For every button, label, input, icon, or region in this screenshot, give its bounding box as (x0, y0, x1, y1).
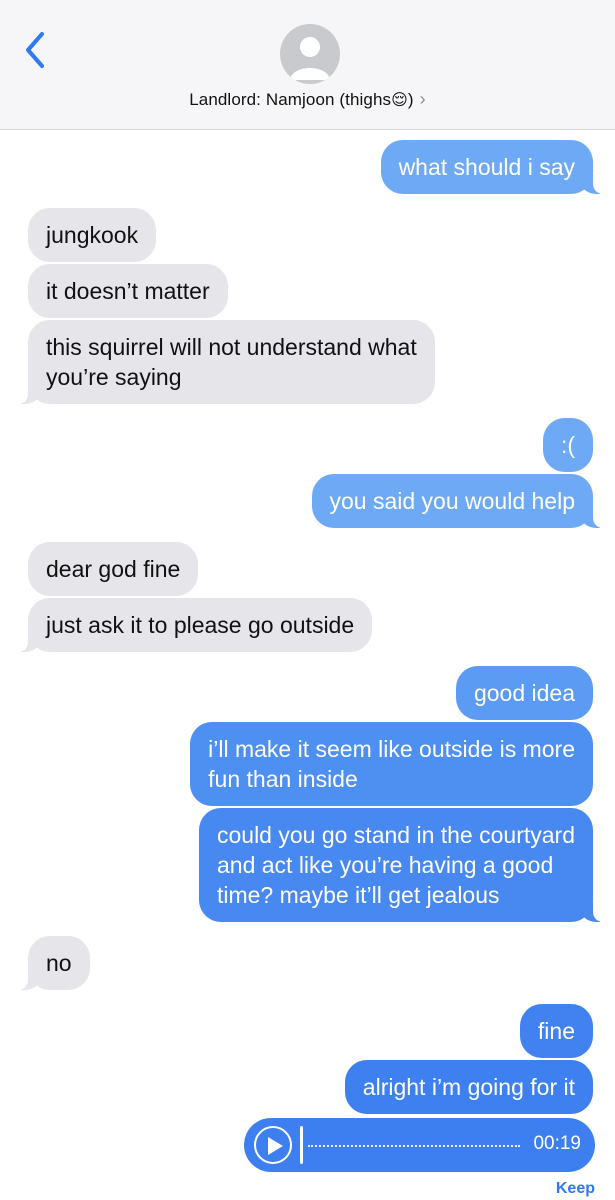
play-button[interactable] (254, 1126, 292, 1164)
message-bubble-outgoing[interactable]: i’ll make it seem like outside is more f… (190, 722, 593, 806)
message-text-line: you’re saying (46, 364, 182, 390)
contact-avatar[interactable] (280, 24, 340, 84)
message-bubble-outgoing[interactable]: good idea (455, 666, 593, 720)
message-bubble-incoming[interactable]: jungkook (28, 208, 157, 262)
message-bubble-outgoing[interactable]: you said you would help (311, 474, 615, 528)
contact-name-row[interactable]: Landlord: Namjoon (thighs😌) › (0, 89, 615, 110)
message-text: good idea (473, 680, 575, 706)
chevron-right-icon: › (419, 89, 426, 109)
message-text: it doesn’t matter (46, 278, 210, 304)
message-text: fine (537, 1018, 575, 1044)
message-bubble-incoming[interactable]: dear god fine (28, 542, 199, 596)
keep-audio-button[interactable]: Keep (556, 1180, 595, 1198)
message-text-line: this squirrel will not understand what (46, 334, 417, 360)
message-text: :( (560, 432, 575, 458)
message-bubble-outgoing[interactable]: alright i’m going for it (344, 1060, 593, 1114)
message-text: no (46, 950, 72, 976)
audio-duration: 00:19 (533, 1133, 581, 1154)
message-text-line: could you go stand in the courtyard (216, 822, 575, 848)
message-bubble-outgoing[interactable]: could you go stand in the courtyard and … (198, 808, 615, 922)
message-bubble-incoming[interactable]: no (2, 936, 90, 990)
message-bubble-incoming[interactable]: it doesn’t matter (28, 264, 228, 318)
audio-scrubber[interactable] (300, 1126, 303, 1164)
contact-name: Landlord: Namjoon (thighs (189, 90, 392, 109)
contact-emoji: 😌 (391, 92, 408, 109)
play-icon (268, 1137, 283, 1155)
message-text: you said you would help (329, 488, 576, 514)
person-silhouette-icon (290, 37, 330, 80)
message-text-line: i’ll make it seem like outside is more (208, 736, 575, 762)
message-bubble-outgoing[interactable]: what should i say (380, 140, 615, 194)
audio-message-bubble: 00:19 (244, 1118, 595, 1172)
message-text: alright i’m going for it (362, 1074, 575, 1100)
message-text-line: and act like you’re having a good (216, 852, 554, 878)
message-text: what should i say (398, 154, 575, 180)
message-bubble-outgoing[interactable]: fine (519, 1004, 593, 1058)
message-text-line: time? maybe it’ll get jealous (216, 882, 500, 908)
message-bubble-outgoing[interactable]: :( (542, 418, 593, 472)
audio-waveform[interactable] (308, 1145, 520, 1147)
message-text: just ask it to please go outside (46, 612, 355, 638)
contact-name-suffix: ) (407, 90, 414, 109)
chevron-left-icon[interactable] (20, 30, 50, 70)
conversation-header: Landlord: Namjoon (thighs😌) › (0, 0, 615, 130)
message-bubble-incoming[interactable]: just ask it to please go outside (1, 598, 373, 652)
message-text: jungkook (46, 222, 139, 248)
message-bubble-incoming[interactable]: this squirrel will not understand what y… (2, 320, 435, 404)
message-text: dear god fine (46, 556, 181, 582)
message-text-line: fun than inside (208, 766, 358, 792)
